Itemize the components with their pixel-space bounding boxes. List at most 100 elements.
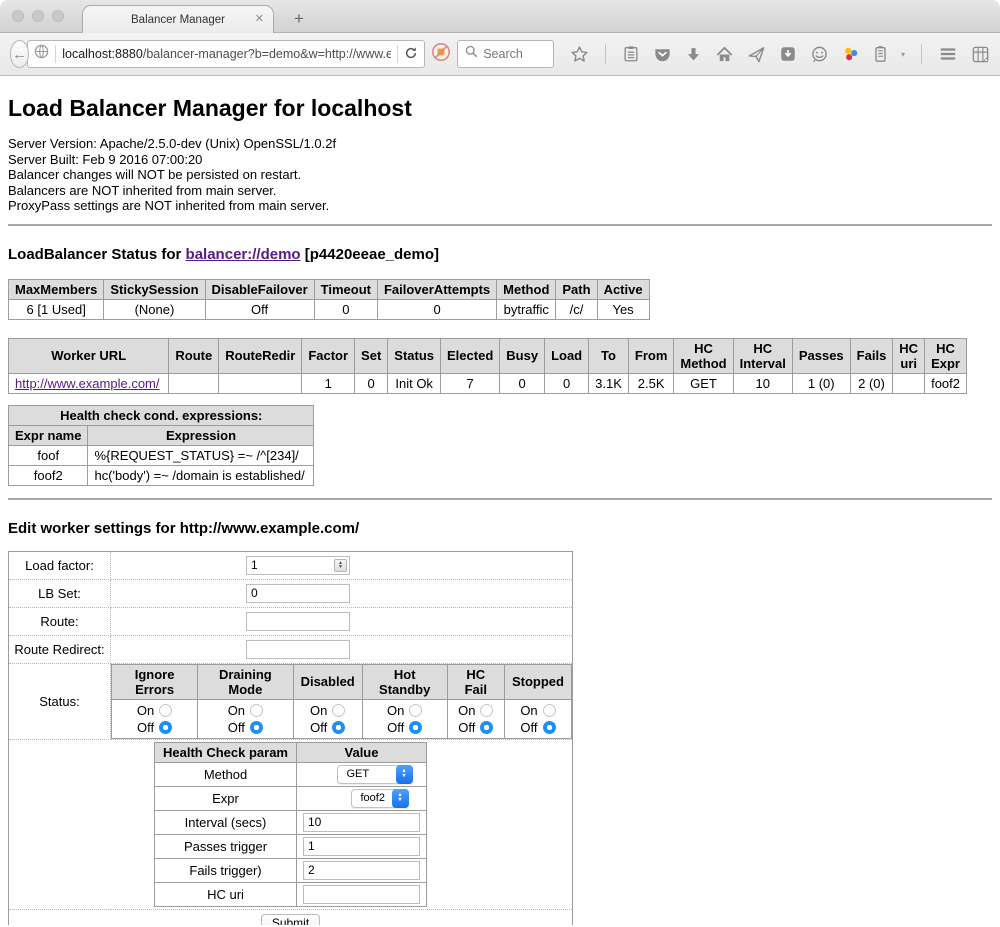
cell-routeredir (219, 373, 302, 393)
server-info: Server Version: Apache/2.5.0-dev (Unix) … (8, 136, 992, 214)
passes-input[interactable] (303, 837, 420, 856)
cell-expression: hc('body') =~ /domain is established/ (88, 465, 314, 485)
submit-row: Submit (9, 909, 573, 925)
on-label: On (458, 702, 475, 719)
battery-status-icon[interactable] (873, 45, 888, 63)
lb-set-label: LB Set: (9, 579, 111, 607)
col-hc-expr: HC Expr (925, 338, 967, 373)
tab-balancer-manager[interactable]: Balancer Manager ✕ (82, 5, 274, 33)
toolbar-separator2 (921, 44, 922, 64)
cell-hc-expr: foof2 (925, 373, 967, 393)
cell-to: 3.1K (589, 373, 629, 393)
urlbar-divider2 (397, 45, 398, 63)
url-bar[interactable]: localhost:8880/balancer-manager?b=demo&w… (27, 40, 425, 68)
disabled-off-radio[interactable] (332, 721, 345, 734)
ignore-errors-on-radio[interactable] (159, 704, 172, 717)
route-row: Route: (9, 607, 573, 635)
route-redirect-row: Route Redirect: (9, 635, 573, 663)
col-status: Status (388, 338, 441, 373)
close-window-button[interactable] (12, 10, 24, 22)
worker-url-link[interactable]: http://www.example.com/ (15, 376, 160, 391)
proxypass-note-line: ProxyPass settings are NOT inherited fro… (8, 198, 992, 214)
window-controls[interactable] (12, 10, 64, 22)
navigation-toolbar: ← localhost:8880/balancer-manager?b=demo… (0, 33, 1000, 76)
tab-groups-icon[interactable] (971, 45, 990, 64)
number-stepper-icon[interactable]: ▲▼ (334, 559, 347, 572)
fails-input[interactable] (303, 861, 420, 880)
persist-note-line: Balancer changes will NOT be persisted o… (8, 167, 992, 183)
cell-passes: 1 (0) (792, 373, 850, 393)
hc-fails-label: Fails trigger) (155, 858, 297, 882)
edit-worker-form: Load factor: ▲▼ LB Set: Route: Route Red… (8, 551, 573, 925)
cell-hc-uri (893, 373, 925, 393)
download-icon[interactable] (685, 46, 702, 63)
url-host: localhost:8880 (62, 47, 143, 61)
stopped-on-radio[interactable] (543, 704, 556, 717)
pocket-icon[interactable] (653, 45, 672, 64)
cell-expression: %{REQUEST_STATUS} =~ /^[234]/ (88, 445, 314, 465)
cell-busy: 0 (500, 373, 545, 393)
new-tab-button[interactable]: + (288, 9, 310, 29)
bookmark-star-icon[interactable] (570, 45, 589, 64)
col-hc-value: Value (297, 742, 427, 762)
url-path: /balancer-manager?b=demo&w=http://www.ex… (143, 47, 391, 61)
col-active: Active (597, 279, 649, 299)
cell-set: 0 (355, 373, 388, 393)
expr-select[interactable]: foof2 ▲▼ (351, 789, 409, 808)
minimize-window-button[interactable] (32, 10, 44, 22)
col-hc-param: Health Check param (155, 742, 297, 762)
hc-method-row: Method GET ▲▼ (155, 762, 427, 786)
hc-fail-off-radio[interactable] (480, 721, 493, 734)
status-row: Status: Ignore Errors Draining Mode Disa… (9, 663, 573, 739)
col-stickysession: StickySession (104, 279, 205, 299)
method-select[interactable]: GET ▲▼ (337, 765, 413, 784)
col-routeredir: RouteRedir (219, 338, 302, 373)
globe-icon (34, 44, 49, 64)
reading-list-icon[interactable] (622, 45, 640, 63)
browser-window: Balancer Manager ✕ + ← localhost:8880/ba… (0, 0, 1000, 927)
stopped-off-radio[interactable] (543, 721, 556, 734)
route-redirect-input[interactable] (246, 640, 350, 659)
search-input[interactable]: Search (457, 40, 554, 68)
ignore-errors-off-radio[interactable] (159, 721, 172, 734)
draining-mode-on-radio[interactable] (250, 704, 263, 717)
col-hc-interval: HC Interval (733, 338, 792, 373)
cell-fails: 2 (0) (850, 373, 893, 393)
hc-fail-on-radio[interactable] (480, 704, 493, 717)
server-version-line: Server Version: Apache/2.5.0-dev (Unix) … (8, 136, 992, 152)
save-to-device-icon[interactable] (779, 45, 797, 63)
status-heading-prefix: LoadBalancer Status for (8, 246, 186, 263)
send-plane-icon[interactable] (747, 45, 766, 64)
extension-colordots-icon[interactable] (842, 45, 860, 63)
adblock-icon[interactable] (431, 42, 451, 67)
hc-header-row: Health Check param Value (155, 742, 427, 762)
disabled-on-radio[interactable] (332, 704, 345, 717)
reload-icon[interactable] (404, 46, 418, 63)
balancer-header-row: MaxMembers StickySession DisableFailover… (9, 279, 650, 299)
feedback-smiley-icon[interactable] (810, 45, 829, 64)
menu-hamburger-icon[interactable] (938, 45, 958, 63)
hot-standby-off-radio[interactable] (409, 721, 422, 734)
col-hc-method: HC Method (674, 338, 733, 373)
zoom-window-button[interactable] (52, 10, 64, 22)
cell-hc-interval: 10 (733, 373, 792, 393)
interval-input[interactable] (303, 813, 420, 832)
lb-set-input[interactable] (246, 584, 350, 603)
url-text[interactable]: localhost:8880/balancer-manager?b=demo&w… (62, 47, 391, 61)
col-hc-uri: HC uri (893, 338, 925, 373)
load-factor-row: Load factor: ▲▼ (9, 551, 573, 579)
route-input[interactable] (246, 612, 350, 631)
hot-standby-on-radio[interactable] (409, 704, 422, 717)
route-label: Route: (9, 607, 111, 635)
on-label: On (387, 702, 404, 719)
hc-uri-input[interactable] (303, 885, 420, 904)
tab-close-icon[interactable]: ✕ (255, 13, 264, 25)
home-icon[interactable] (715, 45, 734, 64)
chevron-down-icon[interactable]: ▾ (901, 50, 905, 59)
col-load: Load (545, 338, 589, 373)
draining-mode-off-radio[interactable] (250, 721, 263, 734)
off-label: Off (228, 719, 245, 736)
balancer-demo-link[interactable]: balancer://demo (186, 246, 301, 263)
health-params-row: Health Check param Value Method GET ▲▼ (9, 739, 573, 909)
submit-button[interactable]: Submit (261, 914, 320, 925)
